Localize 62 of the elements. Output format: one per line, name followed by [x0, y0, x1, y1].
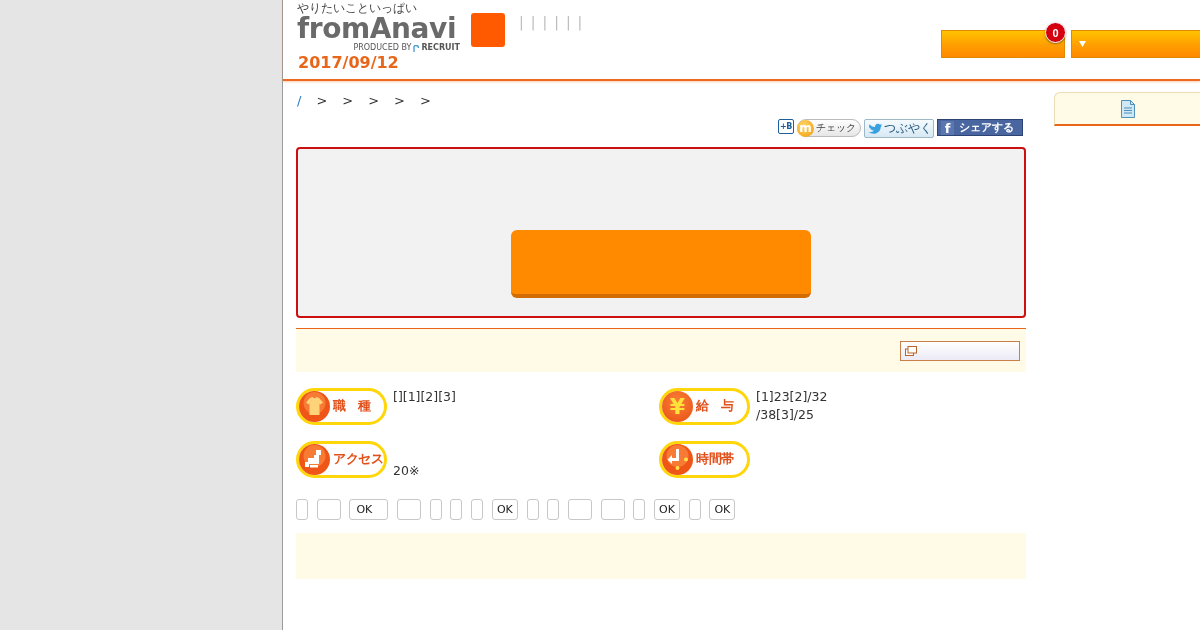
- breadcrumb-separator: >: [342, 93, 354, 109]
- shirt-icon: [299, 391, 330, 422]
- input-field[interactable]: OK: [349, 499, 389, 520]
- document-icon: [1120, 99, 1135, 118]
- popup-button[interactable]: [900, 340, 1020, 361]
- breadcrumb-separator: >: [420, 93, 431, 109]
- category-label: 給 与: [696, 398, 734, 415]
- caret-icon: [1079, 41, 1086, 47]
- small-button[interactable]: [688, 499, 701, 520]
- category-label: 職 種: [333, 398, 371, 415]
- brand-text: RECRUIT: [421, 43, 460, 53]
- sidebar-tab[interactable]: [1054, 92, 1200, 126]
- check-button[interactable]: m チェック: [797, 119, 861, 137]
- small-button[interactable]: [633, 499, 646, 520]
- nav-separator: |: [577, 13, 583, 31]
- small-button[interactable]: [547, 499, 560, 520]
- breadcrumb-separator: >: [394, 93, 405, 109]
- nav-separator: |: [542, 13, 548, 31]
- category-label: アクセス: [333, 451, 383, 468]
- ok-button[interactable]: OK: [491, 499, 518, 520]
- tweet-button[interactable]: つぶやく: [864, 119, 934, 138]
- info-text: /38[3]/25: [756, 406, 815, 424]
- count-badge: 0: [1045, 22, 1066, 43]
- small-button[interactable]: [526, 499, 539, 520]
- info-text: [1]23[2]/32: [756, 388, 828, 406]
- logo-wordmark[interactable]: fromAnavi: [297, 15, 457, 43]
- nav-separator: |: [565, 13, 571, 31]
- small-button[interactable]: [567, 499, 592, 520]
- small-button[interactable]: [429, 499, 442, 520]
- bookmark-button[interactable]: +B: [778, 119, 794, 134]
- blocks-icon: [299, 444, 330, 475]
- breadcrumb-separator: >: [316, 93, 328, 109]
- info-text: 20※: [393, 462, 420, 480]
- small-button[interactable]: [471, 499, 484, 520]
- m-circle-icon: m: [797, 119, 814, 137]
- small-button[interactable]: [296, 499, 308, 520]
- dropdown-button[interactable]: [1071, 30, 1200, 58]
- breadcrumb-link[interactable]: /: [297, 93, 302, 109]
- small-button[interactable]: [316, 499, 341, 520]
- small-button[interactable]: [397, 499, 422, 520]
- nav-separator: |: [554, 13, 559, 31]
- windows-icon: [905, 345, 917, 356]
- breadcrumb-separator: >: [368, 93, 380, 109]
- small-button[interactable]: [450, 499, 463, 520]
- bird-icon: [868, 123, 882, 134]
- square-icon: [471, 13, 505, 47]
- nav-separator: |: [530, 13, 536, 31]
- info-text: [][1][2][3]: [393, 388, 456, 406]
- ok-button[interactable]: OK: [653, 499, 680, 520]
- yen-icon: ¥: [662, 391, 693, 422]
- producer-text: PRODUCED BY: [353, 43, 412, 53]
- share-button[interactable]: f シェアする: [937, 119, 1023, 136]
- arc-icon: [413, 44, 420, 52]
- tagline: やりたいこといっぱい: [297, 1, 417, 15]
- action-button[interactable]: [511, 230, 811, 298]
- category-label: 時間帯: [696, 451, 734, 468]
- small-button[interactable]: [600, 499, 625, 520]
- ok-button[interactable]: OK: [709, 499, 736, 520]
- f-square-icon: f: [941, 120, 954, 135]
- nav-separator: |: [519, 13, 524, 31]
- date-text: 2017/09/12: [298, 54, 399, 72]
- clock-icon: [662, 444, 693, 475]
